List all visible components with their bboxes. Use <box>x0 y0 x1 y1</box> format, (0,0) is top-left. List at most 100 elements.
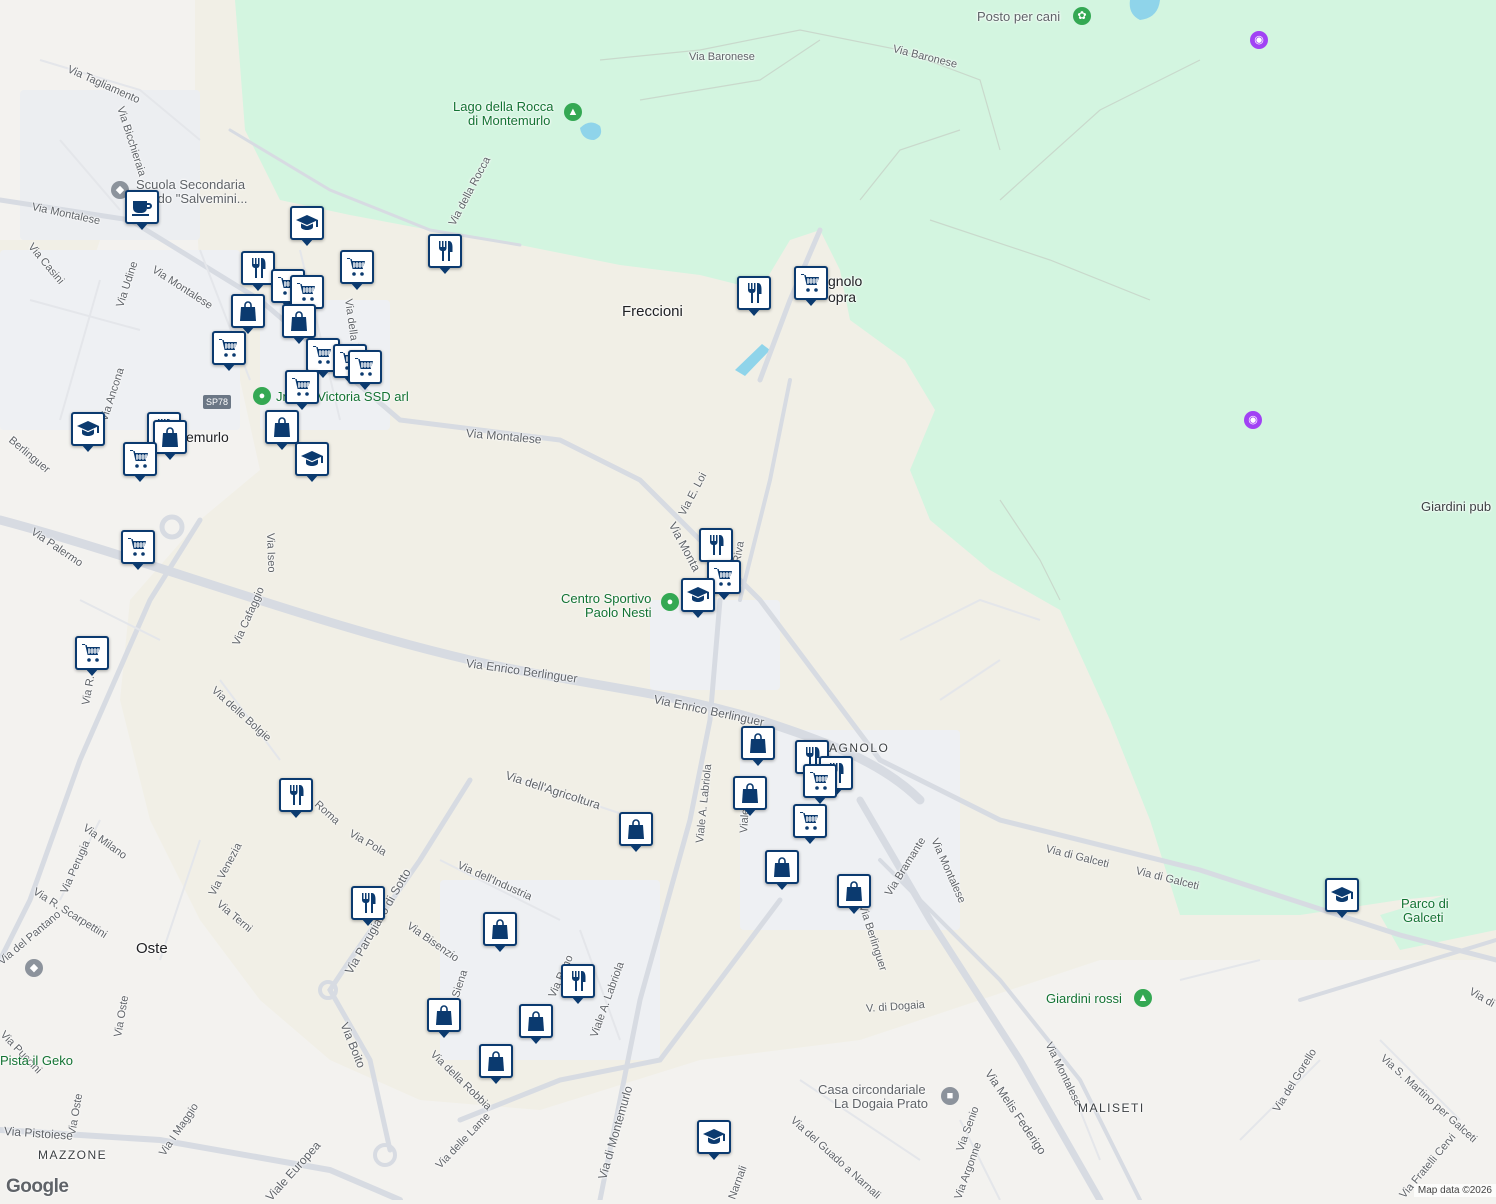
fork-knife-icon <box>356 891 380 915</box>
poi-pin-restaurant[interactable] <box>279 778 313 812</box>
graduation-cap-icon <box>295 211 319 235</box>
poi-label: La Dogaia Prato <box>834 1097 928 1111</box>
place-label: opra <box>828 290 856 304</box>
fork-knife-icon <box>704 533 728 557</box>
fork-knife-icon <box>246 256 270 280</box>
poi-pin-school[interactable] <box>290 206 324 240</box>
shopping-bag-icon <box>270 415 294 439</box>
poi-pin-cafe[interactable] <box>125 190 159 224</box>
map-canvas[interactable]: ✿ ▲ ◉ ◉ ● ● ▲ ◆ ◆ ■ Posto per cani Via B… <box>0 0 1496 1200</box>
dog-park-icon[interactable]: ✿ <box>1073 7 1091 25</box>
shopping-bag-icon <box>236 299 260 323</box>
poi-label: Parco di <box>1401 897 1449 911</box>
poi-pin-store[interactable] <box>265 410 299 444</box>
road-label: Via Iseo <box>263 533 278 573</box>
shopping-cart-icon <box>808 769 832 793</box>
poi-pin-store[interactable] <box>282 304 316 338</box>
poi-pin-shopping[interactable] <box>348 350 382 384</box>
graduation-cap-icon <box>300 447 324 471</box>
poi-pin-store[interactable] <box>153 420 187 454</box>
poi-label: Casa circondariale <box>818 1083 926 1097</box>
district-label: MALISETI <box>1078 1101 1145 1115</box>
poi-pin-restaurant[interactable] <box>561 964 595 998</box>
shopping-bag-icon <box>287 309 311 333</box>
district-label: AGNOLO <box>829 741 889 755</box>
sports-marker-icon[interactable]: ● <box>661 593 679 611</box>
shopping-bag-icon <box>484 1049 508 1073</box>
poi-pin-shopping[interactable] <box>793 804 827 838</box>
poi-pin-school[interactable] <box>295 442 329 476</box>
poi-pin-shopping[interactable] <box>340 250 374 284</box>
poi-pin-store[interactable] <box>427 998 461 1032</box>
poi-pin-store[interactable] <box>741 726 775 760</box>
poi-pin-school[interactable] <box>697 1120 731 1154</box>
poi-label: Pista il Geko <box>0 1054 73 1068</box>
graduation-cap-icon <box>686 583 710 607</box>
poi-pin-shopping[interactable] <box>285 370 319 404</box>
fork-knife-icon <box>433 239 457 263</box>
poi-pin-shopping[interactable] <box>123 442 157 476</box>
poi-pin-school[interactable] <box>681 578 715 612</box>
shopping-cart-icon <box>311 343 335 367</box>
sports-marker-icon[interactable]: ● <box>253 387 271 405</box>
shopping-cart-icon <box>345 255 369 279</box>
shopping-cart-icon <box>798 809 822 833</box>
poi-pin-shopping[interactable] <box>794 266 828 300</box>
shopping-cart-icon <box>353 355 377 379</box>
coffee-cup-icon <box>130 195 154 219</box>
poi-label: Centro Sportivo <box>561 592 651 606</box>
poi-pin-restaurant[interactable] <box>699 528 733 562</box>
poi-pin-shopping[interactable] <box>803 764 837 798</box>
shopping-bag-icon <box>770 855 794 879</box>
map-attribution[interactable]: Map data ©2026 <box>1414 1184 1496 1197</box>
tree-icon[interactable]: ▲ <box>564 103 582 121</box>
poi-pin-restaurant[interactable] <box>737 276 771 310</box>
shopping-bag-icon <box>488 917 512 941</box>
poi-pin-store[interactable] <box>765 850 799 884</box>
camera-icon[interactable]: ◉ <box>1244 411 1262 429</box>
poi-pin-school[interactable] <box>1325 878 1359 912</box>
google-logo: Google <box>6 1176 68 1198</box>
shopping-bag-icon <box>158 425 182 449</box>
poi-pin-restaurant[interactable] <box>351 886 385 920</box>
poi-pin-shopping[interactable] <box>212 331 246 365</box>
poi-pin-store[interactable] <box>837 874 871 908</box>
building-marker-icon[interactable]: ■ <box>941 1087 959 1105</box>
graduation-cap-icon <box>76 417 100 441</box>
district-label: MAZZONE <box>38 1148 107 1162</box>
fork-knife-icon <box>742 281 766 305</box>
poi-pin-store[interactable] <box>619 812 653 846</box>
poi-pin-shopping[interactable] <box>121 530 155 564</box>
camera-icon[interactable]: ◉ <box>1250 31 1268 49</box>
shopping-cart-icon <box>128 447 152 471</box>
poi-pin-store[interactable] <box>519 1004 553 1038</box>
shopping-bag-icon <box>738 781 762 805</box>
shopping-cart-icon <box>290 375 314 399</box>
poi-pin-store[interactable] <box>733 776 767 810</box>
road-label: Via Baronese <box>689 50 755 64</box>
tree-icon[interactable]: ▲ <box>1134 989 1152 1007</box>
place-label: Freccioni <box>622 305 683 319</box>
poi-pin-restaurant[interactable] <box>241 251 275 285</box>
shopping-cart-icon <box>126 535 150 559</box>
shopping-bag-icon <box>524 1009 548 1033</box>
poi-pin-store[interactable] <box>231 294 265 328</box>
route-shield: SP78 <box>203 395 231 409</box>
poi-pin-shopping[interactable] <box>75 636 109 670</box>
poi-pin-store[interactable] <box>483 912 517 946</box>
poi-label: Giardini pub <box>1421 500 1491 514</box>
school-marker-icon[interactable]: ◆ <box>25 959 43 977</box>
poi-pin-school[interactable] <box>71 412 105 446</box>
shopping-cart-icon <box>712 565 736 589</box>
shopping-cart-icon <box>295 280 319 304</box>
fork-knife-icon <box>284 783 308 807</box>
poi-label: Lago della Rocca <box>453 100 553 114</box>
graduation-cap-icon <box>1330 883 1354 907</box>
shopping-bag-icon <box>624 817 648 841</box>
poi-pin-restaurant[interactable] <box>428 234 462 268</box>
shopping-cart-icon <box>799 271 823 295</box>
poi-label: Posto per cani <box>977 10 1060 24</box>
poi-pin-store[interactable] <box>479 1044 513 1078</box>
place-label: Oste <box>136 942 168 956</box>
shopping-bag-icon <box>432 1003 456 1027</box>
